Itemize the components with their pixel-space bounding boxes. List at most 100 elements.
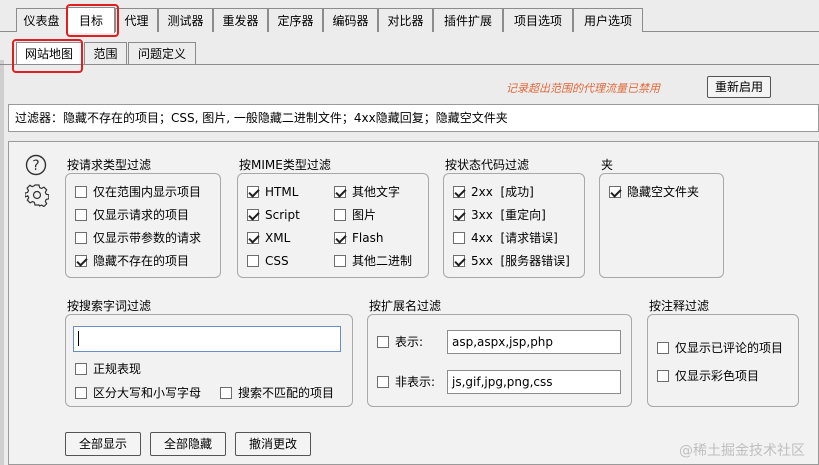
label: 仅显示已评论的项目 bbox=[675, 341, 784, 355]
mime-html[interactable]: HTML bbox=[247, 183, 298, 201]
checkbox[interactable] bbox=[75, 363, 87, 375]
label: 仅在范围内显示项目 bbox=[93, 185, 202, 199]
status-4xx[interactable]: 4xx [请求错误] bbox=[453, 229, 558, 247]
hide-all-button[interactable]: 全部隐藏 bbox=[150, 432, 226, 456]
search-regex[interactable]: 正规表现 bbox=[75, 360, 141, 378]
label: 其他文字 bbox=[352, 185, 401, 199]
extension-title: 按扩展名过滤 bbox=[369, 299, 442, 313]
extension-show-input[interactable]: asp,aspx,jsp,php bbox=[447, 330, 621, 354]
checkbox[interactable] bbox=[453, 186, 465, 198]
label: CSS bbox=[265, 254, 289, 268]
checkbox[interactable] bbox=[247, 232, 259, 244]
out-of-scope-notice: 记录超出范围的代理流量已禁用 bbox=[506, 82, 660, 95]
checkbox[interactable] bbox=[75, 255, 87, 267]
tab-proxy[interactable]: 代理 bbox=[115, 8, 158, 32]
checkbox[interactable] bbox=[377, 336, 389, 348]
revert-changes-button[interactable]: 撤消更改 bbox=[235, 432, 311, 456]
label: HTML bbox=[265, 185, 299, 199]
reenable-button[interactable]: 重新启用 bbox=[707, 76, 771, 98]
checkbox[interactable] bbox=[75, 387, 87, 399]
checkbox[interactable] bbox=[75, 186, 87, 198]
checkbox[interactable] bbox=[609, 186, 621, 198]
request-type-title: 按请求类型过滤 bbox=[67, 158, 152, 172]
mime-script[interactable]: Script bbox=[247, 206, 300, 224]
status-5xx[interactable]: 5xx [服务器错误] bbox=[453, 252, 570, 270]
watermark: @稀土掘金技术社区 bbox=[679, 443, 805, 459]
label: 搜索不匹配的项目 bbox=[238, 386, 335, 400]
checkbox[interactable] bbox=[247, 209, 259, 221]
search-case-sensitive[interactable]: 区分大写和小写字母 bbox=[75, 384, 201, 402]
label: 2xx [成功] bbox=[471, 185, 534, 199]
help-icon[interactable]: ? bbox=[25, 154, 47, 176]
checkbox[interactable] bbox=[453, 232, 465, 244]
label: 3xx [重定向] bbox=[471, 208, 546, 222]
checkbox[interactable] bbox=[453, 209, 465, 221]
search-title: 按搜索字词过滤 bbox=[67, 299, 152, 313]
folder-hide-empty[interactable]: 隐藏空文件夹 bbox=[609, 183, 699, 201]
annotation-commented-only[interactable]: 仅显示已评论的项目 bbox=[657, 339, 783, 357]
checkbox[interactable] bbox=[247, 255, 259, 267]
label: 表示: bbox=[395, 335, 424, 349]
mime-other-binary[interactable]: 其他二进制 bbox=[334, 252, 412, 270]
tab-extender[interactable]: 插件扩展 bbox=[433, 8, 503, 32]
show-all-button[interactable]: 全部显示 bbox=[65, 432, 141, 456]
label: 5xx [服务器错误] bbox=[471, 254, 570, 268]
checkbox[interactable] bbox=[75, 209, 87, 221]
checkbox[interactable] bbox=[334, 232, 346, 244]
subtab-issue-definitions[interactable]: 问题定义 bbox=[128, 42, 196, 64]
filter-panel: ? 按请求类型过滤 仅在范围内显示项目 仅显示请求的项目 仅显示带参数的请求 隐… bbox=[8, 141, 819, 465]
extension-hide-input[interactable]: js,gif,jpg,png,css bbox=[447, 370, 621, 394]
filter-hide-notfound[interactable]: 隐藏不存在的项目 bbox=[75, 252, 189, 270]
highlight-target-tab bbox=[66, 4, 119, 37]
mime-xml[interactable]: XML bbox=[247, 229, 290, 247]
status-2xx[interactable]: 2xx [成功] bbox=[453, 183, 534, 201]
extension-hide[interactable]: 非表示: bbox=[377, 373, 435, 391]
checkbox[interactable] bbox=[220, 387, 232, 399]
filter-summary-bar[interactable]: 过滤器：隐藏不存在的项目；CSS, 图片, 一般隐藏二进制文件；4xx隐藏回复；… bbox=[8, 104, 819, 132]
filter-in-scope-only[interactable]: 仅在范围内显示项目 bbox=[75, 183, 201, 201]
checkbox[interactable] bbox=[377, 376, 389, 388]
annotation-highlighted-only[interactable]: 仅显示彩色项目 bbox=[657, 367, 759, 385]
folder-title: 夹 bbox=[601, 158, 614, 172]
checkbox[interactable] bbox=[334, 255, 346, 267]
label: 隐藏空文件夹 bbox=[627, 185, 700, 199]
label: Flash bbox=[352, 231, 384, 245]
left-window-edge bbox=[0, 60, 4, 465]
tab-repeater[interactable]: 重发器 bbox=[213, 8, 268, 32]
checkbox[interactable] bbox=[657, 342, 669, 354]
tab-intruder[interactable]: 测试器 bbox=[158, 8, 213, 32]
tab-comparer[interactable]: 对比器 bbox=[378, 8, 433, 32]
label: 仅显示彩色项目 bbox=[675, 369, 760, 383]
subtab-line bbox=[0, 64, 819, 65]
checkbox[interactable] bbox=[334, 186, 346, 198]
checkbox[interactable] bbox=[334, 209, 346, 221]
highlight-sitemap-tab bbox=[12, 39, 83, 73]
subtab-scope[interactable]: 范围 bbox=[84, 42, 127, 64]
filter-requested-only[interactable]: 仅显示请求的项目 bbox=[75, 206, 189, 224]
mime-css[interactable]: CSS bbox=[247, 252, 289, 270]
tab-dashboard[interactable]: 仪表盘 bbox=[16, 8, 67, 32]
tab-project-options[interactable]: 项目选项 bbox=[503, 8, 573, 32]
search-negative[interactable]: 搜索不匹配的项目 bbox=[220, 384, 334, 402]
mime-other-text[interactable]: 其他文字 bbox=[334, 183, 400, 201]
label: Script bbox=[265, 208, 300, 222]
tab-user-options[interactable]: 用户选项 bbox=[573, 8, 643, 32]
label: 区分大写和小写字母 bbox=[93, 386, 202, 400]
checkbox[interactable] bbox=[453, 255, 465, 267]
checkbox[interactable] bbox=[247, 186, 259, 198]
extension-show[interactable]: 表示: bbox=[377, 333, 423, 351]
status-3xx[interactable]: 3xx [重定向] bbox=[453, 206, 546, 224]
svg-text:?: ? bbox=[32, 158, 39, 174]
filter-params-only[interactable]: 仅显示带参数的请求 bbox=[75, 229, 201, 247]
label: 仅显示带参数的请求 bbox=[93, 231, 202, 245]
tab-decoder[interactable]: 编码器 bbox=[323, 8, 378, 32]
gear-icon[interactable] bbox=[25, 183, 49, 207]
mime-images[interactable]: 图片 bbox=[334, 206, 376, 224]
label: 图片 bbox=[352, 208, 377, 222]
mime-title: 按MIME类型过滤 bbox=[239, 158, 331, 172]
checkbox[interactable] bbox=[657, 370, 669, 382]
search-input[interactable] bbox=[73, 326, 341, 352]
tab-sequencer[interactable]: 定序器 bbox=[268, 8, 323, 32]
checkbox[interactable] bbox=[75, 232, 87, 244]
mime-flash[interactable]: Flash bbox=[334, 229, 383, 247]
